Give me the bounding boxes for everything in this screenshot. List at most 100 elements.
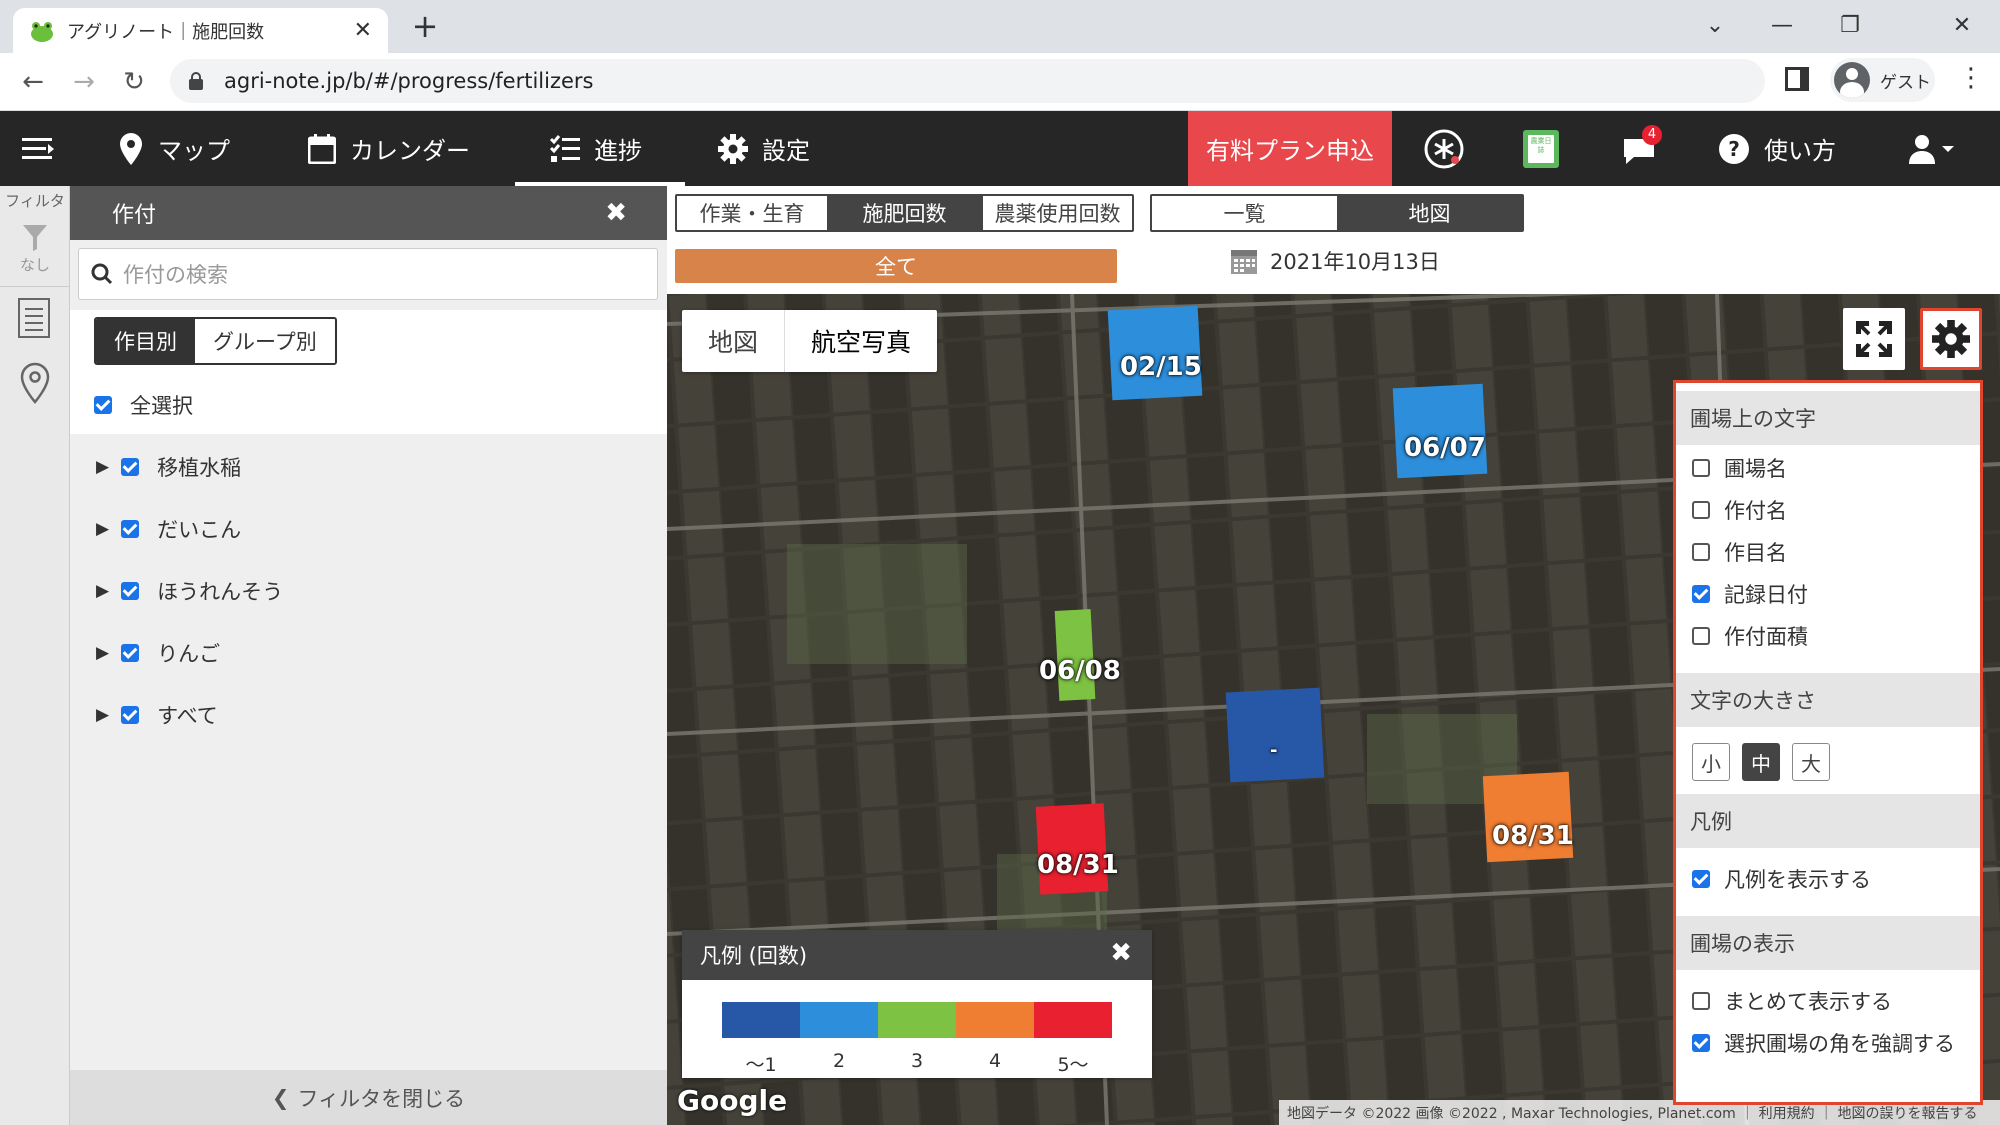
field-label: 06/07 (1404, 433, 1486, 463)
funnel-icon[interactable] (22, 224, 48, 252)
expand-triangle-icon[interactable]: ▶ (96, 581, 109, 601)
back-icon[interactable]: ← (14, 63, 52, 101)
expand-triangle-icon[interactable]: ▶ (96, 519, 109, 539)
view-tabs: 一覧 地図 (1150, 194, 1524, 232)
expand-triangle-icon[interactable]: ▶ (96, 643, 109, 663)
crop-item[interactable]: ▶ すべて (96, 700, 218, 730)
field-label: 08/31 (1037, 850, 1119, 880)
size-small-button[interactable]: 小 (1692, 743, 1730, 781)
close-icon[interactable]: ✖ (605, 198, 627, 228)
notification-badge: 4 (1642, 124, 1662, 145)
browser-tab[interactable]: アグリノート｜施肥回数 ✕ (13, 8, 388, 53)
profile-button[interactable]: ゲスト (1830, 58, 1935, 102)
gear-icon (718, 133, 748, 164)
option-highlight-corners[interactable]: 選択圃場の角を強調する (1692, 1028, 1955, 1058)
notebook-icon[interactable]: 農業日誌 (1523, 111, 1559, 186)
size-large-button[interactable]: 大 (1792, 743, 1830, 781)
new-tab-icon[interactable]: + (405, 6, 445, 46)
legend-color-bar (722, 1002, 1112, 1038)
side-panel-icon[interactable] (1785, 67, 1809, 91)
option-group-display[interactable]: まとめて表示する (1692, 986, 1892, 1016)
date-picker[interactable]: 2021年10月13日 (1230, 246, 1440, 276)
option-field-name[interactable]: 圃場名 (1692, 453, 1787, 483)
browser-menu-icon[interactable]: ⋮ (1958, 63, 1984, 93)
frog-favicon-icon (31, 21, 53, 42)
tab-search-icon[interactable]: ⌄ (1690, 6, 1740, 46)
crop-item[interactable]: ▶ 移植水稲 (96, 452, 241, 482)
crop-item[interactable]: ▶ ほうれんそう (96, 576, 283, 606)
user-menu-icon[interactable] (1908, 111, 1972, 186)
legend-swatch (878, 1002, 956, 1038)
filter-panel: 作付 ✖ 作付の検索 作目別 グループ別 全選択 ▶ 移植水稲 ▶ だいこん ▶ ほう… (70, 186, 667, 1125)
svg-text:?: ? (1728, 137, 1740, 161)
list-icon[interactable] (18, 298, 50, 338)
lock-icon (189, 72, 203, 90)
filter-rail-label: フィルタ (5, 192, 65, 210)
fullscreen-button[interactable] (1843, 308, 1905, 370)
all-range-button[interactable]: 全て (675, 249, 1117, 283)
field-label: - (1270, 740, 1278, 761)
nav-settings[interactable]: 設定 (718, 111, 810, 186)
section-field-display: 圃場の表示 (1676, 916, 1980, 970)
nav-map[interactable]: マップ (118, 111, 230, 186)
field-polygon[interactable] (1225, 687, 1325, 783)
calendar-icon (308, 133, 336, 164)
reload-icon[interactable]: ↻ (115, 63, 153, 101)
section-field-text: 圃場上の文字 (1676, 391, 1980, 445)
location-pin-icon[interactable] (20, 362, 50, 404)
tab-work-growth[interactable]: 作業・生育 (677, 196, 827, 230)
section-text-size: 文字の大きさ (1676, 673, 1980, 727)
option-item-name[interactable]: 作目名 (1692, 537, 1787, 567)
map-type-toggle: 地図 航空写真 (682, 310, 938, 372)
app-header: マップ カレンダー 進捗 設定 有料プラン申込 農業日誌 4 ? 使い方 (0, 111, 2000, 186)
map-settings-button[interactable] (1920, 308, 1982, 370)
expand-triangle-icon[interactable]: ▶ (96, 705, 109, 725)
tab-map-view[interactable]: 地図 (1337, 196, 1522, 230)
paid-plan-button[interactable]: 有料プラン申込 (1188, 111, 1392, 186)
close-icon[interactable]: ✖ (1110, 938, 1132, 968)
map-pin-icon (120, 132, 142, 165)
crop-item[interactable]: ▶ りんご (96, 638, 220, 668)
legend-label: 5～ (1057, 1054, 1089, 1076)
option-show-legend[interactable]: 凡例を表示する (1692, 864, 1871, 894)
field-polygon[interactable] (1054, 609, 1096, 701)
option-crop-name[interactable]: 作付名 (1692, 495, 1787, 525)
minimize-icon[interactable]: — (1757, 6, 1807, 46)
agri-logo-icon[interactable] (1423, 111, 1479, 186)
expand-triangle-icon[interactable]: ▶ (96, 457, 109, 477)
tab-close-icon[interactable]: ✕ (354, 18, 372, 43)
tab-by-group[interactable]: グループ別 (195, 319, 335, 363)
notifications-icon[interactable]: 4 (1622, 111, 1662, 186)
select-all-checkbox[interactable]: 全選択 (94, 390, 193, 420)
address-bar: ← → ↻ agri-note.jp/b/#/progress/fertiliz… (0, 53, 2000, 111)
option-crop-area[interactable]: 作付面積 (1692, 621, 1808, 651)
window-close-icon[interactable]: ✕ (1937, 6, 1987, 46)
progress-toolbar: 作業・生育 施肥回数 農薬使用回数 一覧 地図 全て 2021年10月13日 (667, 186, 2000, 294)
restore-icon[interactable]: ❐ (1825, 6, 1875, 46)
tab-by-crop[interactable]: 作目別 (96, 319, 195, 363)
help-button[interactable]: ? 使い方 (1718, 111, 1836, 186)
group-toggle: 作目別 グループ別 (94, 317, 337, 365)
field-polygon[interactable] (1392, 383, 1488, 479)
legend-label: 4 (988, 1050, 1002, 1072)
crop-item[interactable]: ▶ だいこん (96, 514, 241, 544)
menu-toggle-icon[interactable] (22, 111, 70, 186)
url-field[interactable]: agri-note.jp/b/#/progress/fertilizers (170, 59, 1765, 103)
field-polygon[interactable] (1035, 803, 1109, 895)
close-filter-button[interactable]: ❮ フィルタを閉じる (70, 1070, 667, 1125)
map-type-satellite[interactable]: 航空写真 (784, 310, 937, 372)
legend-swatch (1034, 1002, 1112, 1038)
forward-icon[interactable]: → (65, 63, 103, 101)
tab-list-view[interactable]: 一覧 (1152, 196, 1337, 230)
gear-icon (1932, 320, 1970, 358)
nav-calendar[interactable]: カレンダー (308, 111, 470, 186)
tab-fertilizer-count[interactable]: 施肥回数 (827, 196, 982, 230)
tab-pesticide-count[interactable]: 農薬使用回数 (982, 196, 1132, 230)
map-type-map[interactable]: 地図 (682, 310, 784, 372)
nav-progress[interactable]: 進捗 (550, 111, 642, 186)
crop-search-input[interactable]: 作付の検索 (78, 248, 658, 300)
option-record-date[interactable]: 記録日付 (1692, 579, 1808, 609)
google-logo: Google (677, 1084, 788, 1117)
size-medium-button[interactable]: 中 (1742, 743, 1780, 781)
field-label: 06/08 (1039, 656, 1121, 686)
